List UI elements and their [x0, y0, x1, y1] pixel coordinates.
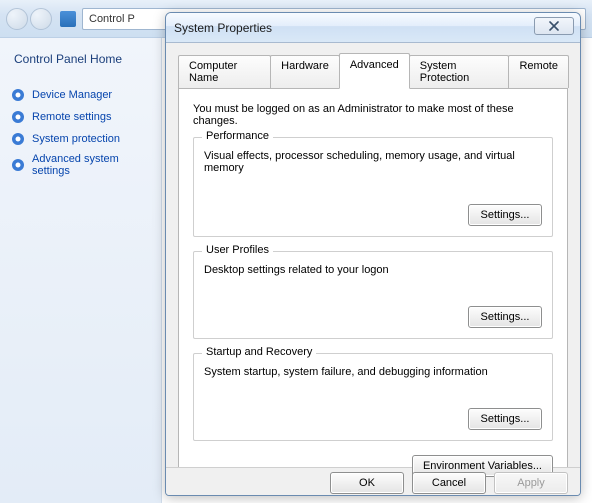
remote-settings-icon — [10, 109, 26, 125]
dialog-titlebar: System Properties — [166, 13, 580, 43]
group-actions: Settings... — [204, 306, 542, 328]
startup-recovery-settings-button[interactable]: Settings... — [468, 408, 542, 430]
dialog-footer: OK Cancel Apply — [166, 467, 580, 496]
sidebar-item-advanced-system-settings[interactable]: Advanced system settings — [8, 150, 153, 180]
user-profiles-settings-button[interactable]: Settings... — [468, 306, 542, 328]
tab-label: System Protection — [420, 60, 470, 84]
breadcrumb-item: Control P — [89, 13, 135, 25]
dialog-body: Computer Name Hardware Advanced System P… — [166, 43, 580, 467]
group-desc: Visual effects, processor scheduling, me… — [204, 150, 542, 174]
sidebar-item-remote-settings[interactable]: Remote settings — [8, 106, 153, 128]
device-manager-icon — [10, 87, 26, 103]
tab-label: Remote — [519, 60, 558, 72]
dialog-title: System Properties — [174, 21, 272, 35]
group-title: User Profiles — [202, 244, 273, 256]
system-protection-icon — [10, 131, 26, 147]
back-button[interactable] — [6, 8, 28, 30]
system-properties-dialog: System Properties Computer Name Hardware… — [165, 12, 581, 496]
close-button[interactable] — [534, 17, 574, 35]
forward-button[interactable] — [30, 8, 52, 30]
apply-button[interactable]: Apply — [494, 472, 568, 494]
cancel-button[interactable]: Cancel — [412, 472, 486, 494]
performance-settings-button[interactable]: Settings... — [468, 204, 542, 226]
nav-buttons — [6, 8, 52, 30]
tab-remote[interactable]: Remote — [508, 55, 569, 88]
tab-label: Hardware — [281, 60, 329, 72]
group-startup-recovery: Startup and Recovery System startup, sys… — [193, 353, 553, 441]
tab-hardware[interactable]: Hardware — [270, 55, 340, 88]
group-desc: System startup, system failure, and debu… — [204, 366, 542, 378]
group-actions: Settings... — [204, 204, 542, 226]
sidebar-item-label: Advanced system settings — [32, 153, 151, 177]
tab-system-protection[interactable]: System Protection — [409, 55, 510, 88]
group-performance: Performance Visual effects, processor sc… — [193, 137, 553, 237]
tab-panel-advanced: You must be logged on as an Administrato… — [178, 89, 568, 477]
sidebar-item-label: Remote settings — [32, 111, 111, 123]
advanced-settings-icon — [10, 157, 26, 173]
tabstrip: Computer Name Hardware Advanced System P… — [178, 53, 568, 89]
tab-label: Computer Name — [189, 60, 237, 84]
group-title: Startup and Recovery — [202, 346, 316, 358]
sidebar-home-label[interactable]: Control Panel Home — [8, 52, 153, 66]
group-desc: Desktop settings related to your logon — [204, 264, 542, 276]
tab-advanced[interactable]: Advanced — [339, 53, 410, 89]
address-icon — [60, 11, 76, 27]
group-user-profiles: User Profiles Desktop settings related t… — [193, 251, 553, 339]
tab-label: Advanced — [350, 59, 399, 71]
sidebar-item-label: Device Manager — [32, 89, 112, 101]
sidebar: Control Panel Home Device Manager Remote… — [0, 38, 162, 503]
close-icon — [549, 21, 559, 31]
tab-computer-name[interactable]: Computer Name — [178, 55, 271, 88]
sidebar-item-device-manager[interactable]: Device Manager — [8, 84, 153, 106]
group-actions: Settings... — [204, 408, 542, 430]
sidebar-item-label: System protection — [32, 133, 120, 145]
group-title: Performance — [202, 130, 273, 142]
ok-button[interactable]: OK — [330, 472, 404, 494]
intro-text: You must be logged on as an Administrato… — [193, 103, 553, 127]
sidebar-item-system-protection[interactable]: System protection — [8, 128, 153, 150]
